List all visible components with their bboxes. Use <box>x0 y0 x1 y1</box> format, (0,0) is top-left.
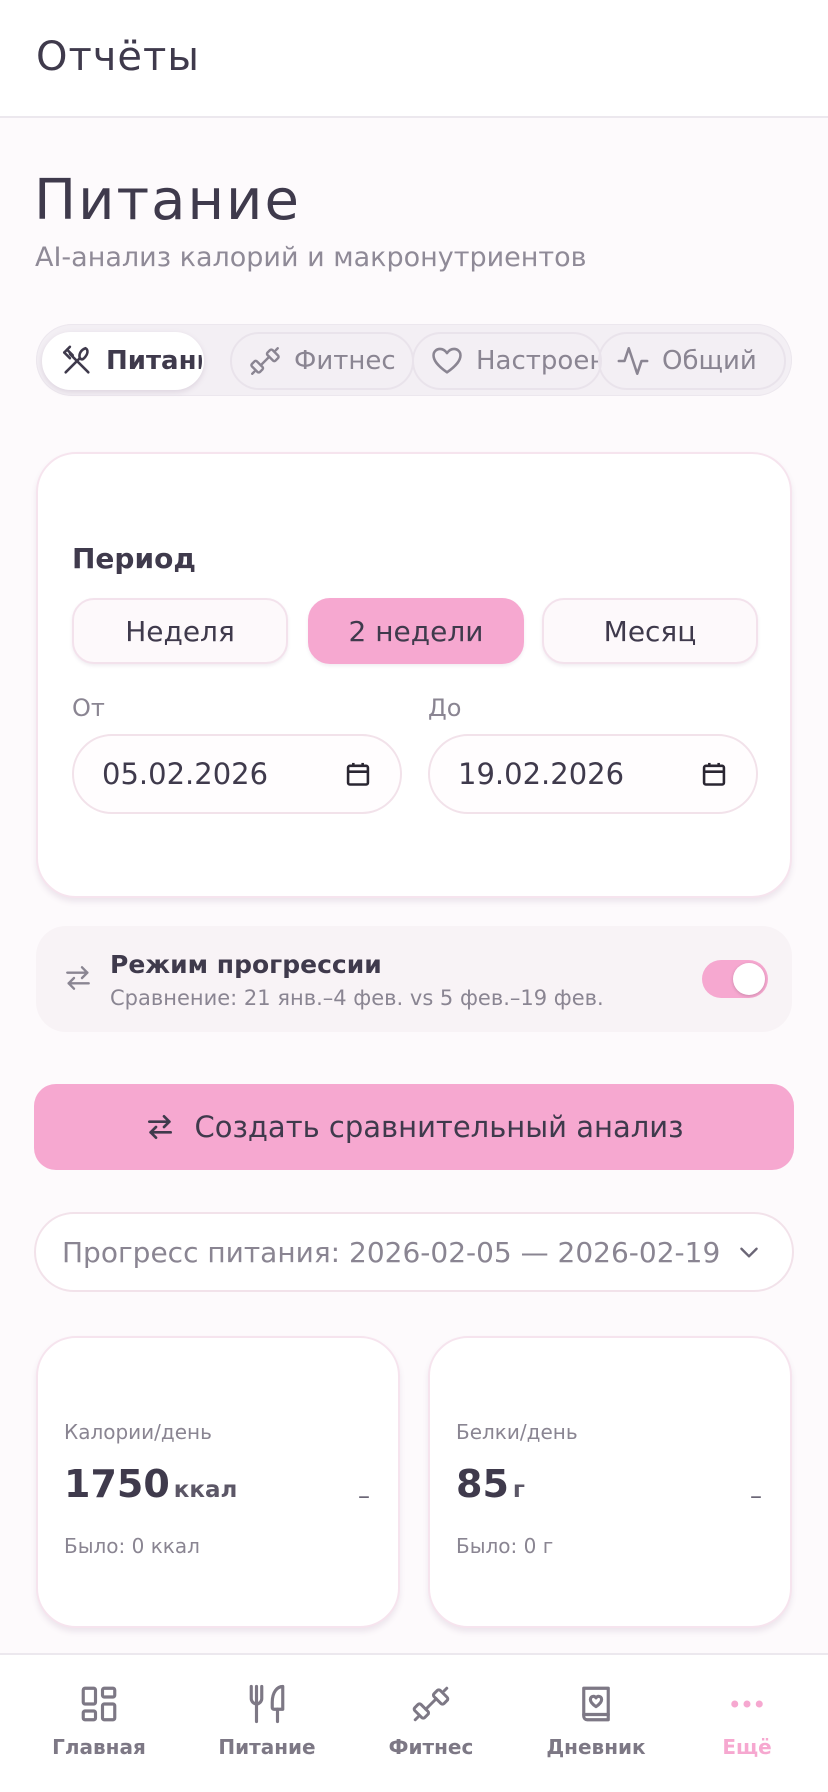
stat-unit: ккал <box>173 1477 238 1503</box>
tab-mood[interactable]: Настроение <box>412 332 602 390</box>
stat-value: 85 г <box>456 1462 525 1506</box>
stat-previous: Было: 0 ккал <box>64 1534 200 1558</box>
progression-toggle[interactable] <box>702 960 768 998</box>
journal-icon <box>582 1686 610 1722</box>
stat-number: 85 <box>456 1462 509 1506</box>
nav-label: Ещё <box>722 1735 772 1759</box>
period-week-button[interactable]: Неделя <box>72 598 288 664</box>
tab-label: Фитнес <box>294 346 396 376</box>
utensils-icon <box>249 1684 285 1724</box>
heart-icon <box>432 347 462 374</box>
stat-trend: – <box>750 1482 762 1510</box>
activity-icon <box>617 346 649 376</box>
tab-label: Общий <box>662 346 757 376</box>
date-from-label: От <box>72 694 105 722</box>
dumbbell-icon <box>412 1686 450 1722</box>
nav-nutrition[interactable]: Питание <box>202 1683 332 1773</box>
nav-label: Питание <box>218 1735 316 1759</box>
app: Отчёты Питание AI-анализ калорий и макро… <box>0 0 828 1792</box>
date-from-input[interactable]: 05.02.2026 <box>72 734 402 814</box>
nav-home[interactable]: Главная <box>34 1683 164 1773</box>
nav-diary[interactable]: Дневник <box>531 1683 661 1773</box>
report-select[interactable]: Прогресс питания: 2026-02-05 — 2026-02-1… <box>34 1212 794 1292</box>
calendar-icon[interactable] <box>344 760 372 788</box>
date-to-label: До <box>428 694 462 722</box>
period-label: Период <box>72 542 196 575</box>
stat-label: Белки/день <box>456 1420 578 1444</box>
stat-value: 1750 ккал <box>64 1462 237 1506</box>
dumbbell-icon <box>250 347 280 375</box>
date-from-value: 05.02.2026 <box>102 757 269 791</box>
header-title: Отчёты <box>36 34 200 80</box>
grid-icon <box>81 1686 117 1722</box>
nav-label: Главная <box>52 1735 146 1759</box>
period-card: Период Неделя 2 недели Месяц От 05.02.20… <box>36 452 792 898</box>
tab-fitness[interactable]: Фитнес <box>230 332 414 390</box>
stat-previous: Было: 0 г <box>456 1534 554 1558</box>
tab-label: Настроение <box>476 346 600 376</box>
period-month-button[interactable]: Месяц <box>542 598 758 664</box>
period-two-weeks-button[interactable]: 2 недели <box>308 598 524 664</box>
swap-arrows-icon <box>148 1115 173 1139</box>
stat-card-calories: Калории/день 1750 ккал – Было: 0 ккал <box>36 1336 400 1628</box>
nav-label: Дневник <box>546 1735 646 1759</box>
tab-nutrition[interactable]: Питание <box>42 332 204 390</box>
stat-card-protein: Белки/день 85 г – Было: 0 г <box>428 1336 792 1628</box>
toggle-knob <box>733 963 765 995</box>
swap-arrows-icon <box>66 966 90 990</box>
app-header: Отчёты <box>0 0 828 118</box>
create-comparison-button[interactable]: Создать сравнительный анализ <box>34 1084 794 1170</box>
stat-label: Калории/день <box>64 1420 212 1444</box>
calendar-icon[interactable] <box>700 760 728 788</box>
tab-general[interactable]: Общий <box>598 332 786 390</box>
stat-trend: – <box>358 1482 370 1510</box>
chevron-down-icon <box>740 1247 758 1258</box>
progression-subtitle: Сравнение: 21 янв.–4 фев. vs 5 фев.–19 ф… <box>110 986 604 1010</box>
date-to-value: 19.02.2026 <box>458 757 625 791</box>
tab-label: Питание <box>106 346 202 376</box>
create-comparison-label: Создать сравнительный анализ <box>194 1110 684 1144</box>
page-title: Питание <box>34 168 301 233</box>
report-type-tabs: Питание Фитнес Настроение Общий <box>36 324 792 396</box>
more-dots-icon <box>731 1700 763 1708</box>
progression-title: Режим прогрессии <box>110 950 382 979</box>
nav-fitness[interactable]: Фитнес <box>366 1683 496 1773</box>
stat-number: 1750 <box>64 1462 170 1506</box>
nav-label: Фитнес <box>388 1735 474 1759</box>
page-subtitle: AI-анализ калорий и макронутриентов <box>35 242 587 273</box>
fork-knife-crossed-icon <box>62 345 90 374</box>
date-to-input[interactable]: 19.02.2026 <box>428 734 758 814</box>
progression-mode-panel: Режим прогрессии Сравнение: 21 янв.–4 фе… <box>36 926 792 1032</box>
bottom-navigation: Главная Питание Фитнес Дневник Ещё <box>0 1653 828 1792</box>
nav-more[interactable]: Ещё <box>682 1683 812 1773</box>
stat-unit: г <box>512 1477 525 1503</box>
report-select-value: Прогресс питания: 2026-02-05 — 2026-02-1… <box>62 1235 721 1269</box>
